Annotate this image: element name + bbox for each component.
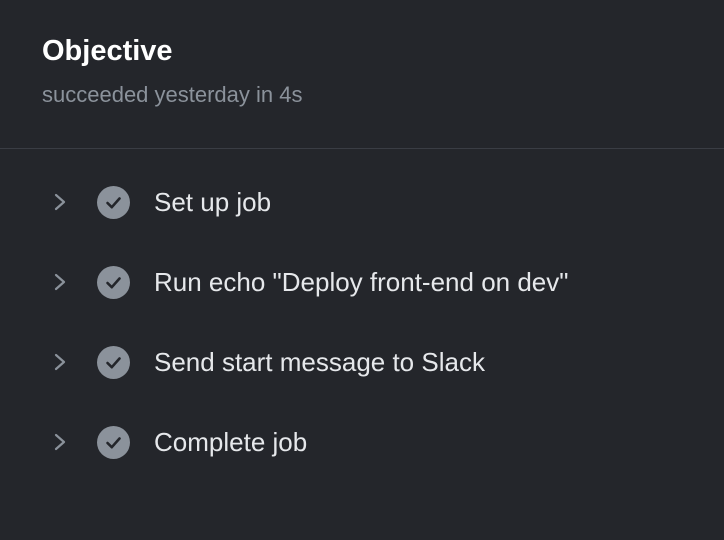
step-label: Run echo "Deploy front-end on dev": [154, 267, 569, 297]
check-circle-icon: [97, 266, 130, 299]
step-label: Send start message to Slack: [154, 347, 485, 377]
check-circle-icon: [97, 346, 130, 379]
step-label: Complete job: [154, 427, 308, 457]
chevron-right-icon[interactable]: [49, 269, 71, 295]
step-list: Set up job Run echo "Deploy front-end on…: [0, 162, 724, 482]
chevron-right-icon[interactable]: [49, 189, 71, 215]
step-row[interactable]: Complete job: [0, 402, 724, 482]
check-circle-icon: [97, 426, 130, 459]
step-row[interactable]: Set up job: [0, 162, 724, 242]
job-status-text: succeeded yesterday in 4s: [42, 82, 303, 107]
job-title: Objective: [42, 35, 173, 67]
chevron-right-icon[interactable]: [49, 349, 71, 375]
chevron-right-icon[interactable]: [49, 429, 71, 455]
step-row[interactable]: Send start message to Slack: [0, 322, 724, 402]
step-row[interactable]: Run echo "Deploy front-end on dev": [0, 242, 724, 322]
check-circle-icon: [97, 186, 130, 219]
job-header: Objective succeeded yesterday in 4s: [0, 0, 724, 149]
step-label: Set up job: [154, 187, 272, 217]
